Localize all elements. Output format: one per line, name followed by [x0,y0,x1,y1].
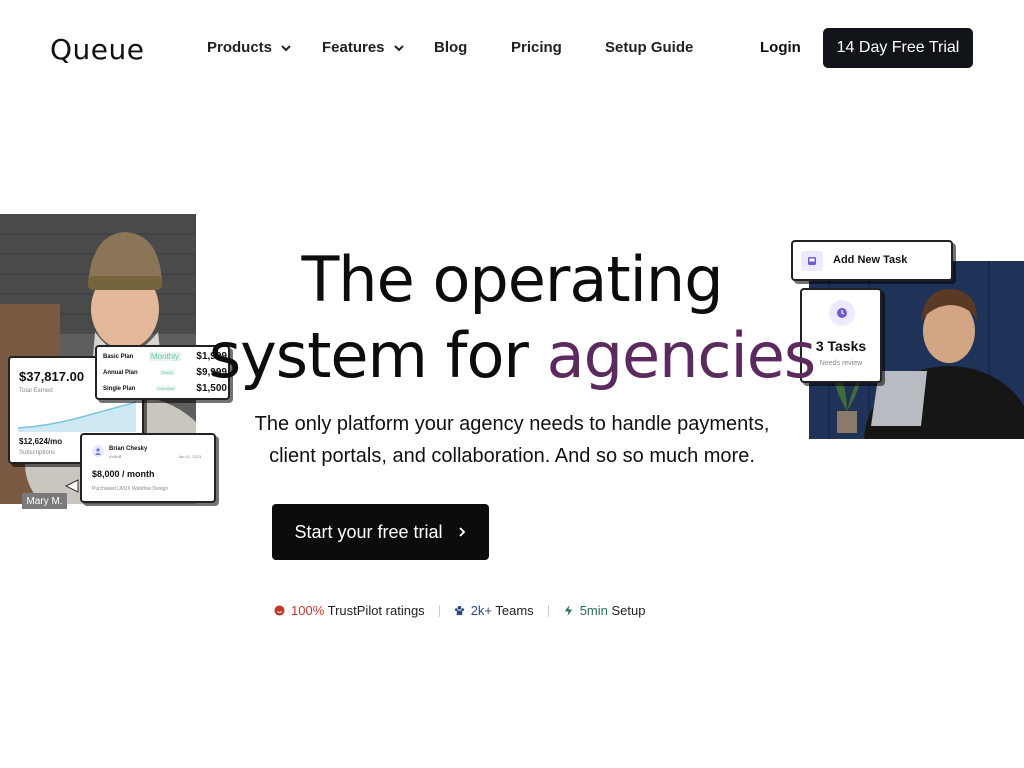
chevron-down-icon [393,44,404,51]
trust-stats: 100% TrustPilot ratings 2k+ Teams 5min S… [274,603,645,618]
clock-icon [829,300,855,326]
nav-features-label: Features [322,39,385,56]
customer-amount: $8,000 / month [92,469,155,479]
stat-setup: 5min Setup [563,603,646,618]
stat-value: 2k+ [470,603,493,618]
stat-label: TrustPilot ratings [324,603,425,618]
chevron-right-icon [458,527,465,537]
stat-value: 5min [579,603,608,618]
nav-blog[interactable]: Blog [434,39,467,56]
login-link[interactable]: Login [760,39,801,56]
hero-subtitle-line1: The only platform your agency needs to h… [254,413,770,435]
logo[interactable]: Queue [50,33,144,66]
divider [438,604,440,617]
nav-features[interactable]: Features [322,39,405,56]
hero-headline-line2: system for agencies [200,318,824,394]
plan-tag: One-time [155,386,177,391]
nav-products[interactable]: Products [207,39,292,56]
start-trial-button[interactable]: Start your free trial [272,504,489,560]
add-task-label: Add New Task [833,254,908,266]
plan-name: Annual Plan [103,369,138,376]
free-trial-button[interactable]: 14 Day Free Trial [823,28,973,68]
avatar [92,445,104,457]
earned-amount: $37,817.00 [19,369,85,384]
customer-name: Brian Chesky [109,446,148,452]
nav-setup-guide[interactable]: Setup Guide [605,39,693,56]
nav-pricing[interactable]: Pricing [511,39,562,56]
subs-label: Subscriptions [19,450,56,456]
customer-company: AirBnB [109,454,122,459]
plan-tag: Yearly [159,370,175,375]
customer-card: Brian Chesky AirBnB Jan 01, 2023 $8,000 … [80,433,216,503]
customer-date: Jan 01, 2023 [178,454,202,459]
hero-headline-accent: agencies [546,319,817,392]
bolt-icon [564,605,572,616]
stat-teams: 2k+ Teams [454,603,534,618]
plan-name: Single Plan [103,385,136,392]
stat-value: 100% [291,603,325,618]
earned-label: Total Earned [19,388,53,394]
hero-headline-line1: The operating [301,243,723,316]
person-tag: Mary M. [22,493,67,509]
hero-headline-prefix: system for [208,319,547,392]
plan-tag: Monthly [148,352,181,361]
stat-label: Setup [607,603,646,618]
user-icon [95,448,101,455]
team-icon [454,605,464,616]
divider [547,604,549,617]
stat-label: Teams [492,603,534,618]
hero-subtitle-line2: client portals, and collaboration. And s… [269,445,755,467]
plan-name: Basic Plan [103,353,134,360]
nav-products-label: Products [207,39,273,56]
chevron-down-icon [281,44,291,51]
smile-icon [274,605,285,616]
customer-desc: Purchased UI/UX Webflow Design [92,486,169,492]
top-nav: Queue Products Features Blog Pricing Set… [0,0,1024,96]
cursor-icon [64,479,79,493]
earnings-sparkline [18,401,136,432]
stat-trustpilot: 100% TrustPilot ratings [274,603,425,618]
start-trial-label: Start your free trial [294,521,443,542]
subs-amount: $12,624/mo [19,437,63,446]
